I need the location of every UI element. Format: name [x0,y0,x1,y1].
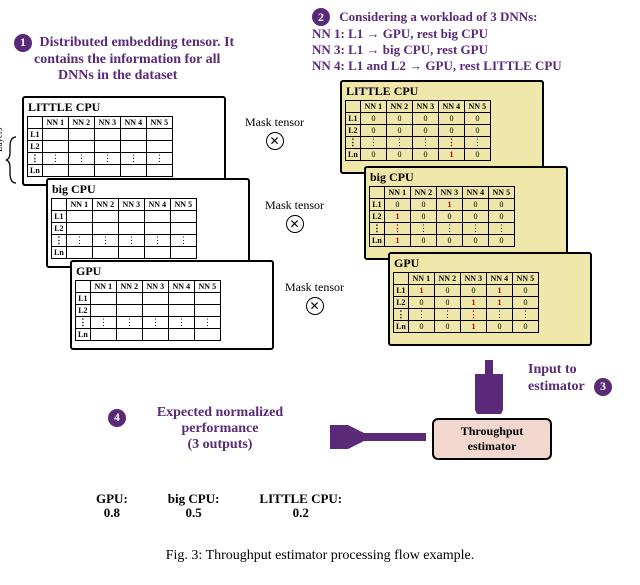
callout-2: 2 Considering a workload of 3 DNNs: NN 1… [312,8,632,74]
callout-2-badge: 2 [312,8,330,26]
mask-card-big-grid: NN 1NN 2NN 3NN 4NN 5L100100L210000⋮⋮⋮⋮⋮⋮… [369,186,515,247]
embedding-card-big-title: big CPU [48,180,248,197]
mask-card-gpu: GPU NN 1NN 2NN 3NN 4NN 5L110010L200110⋮⋮… [388,252,592,346]
callout-3-line1: Input to [528,362,577,377]
mask-card-little-grid: NN 1NN 2NN 3NN 4NN 5L100000L200000⋮⋮⋮⋮⋮⋮… [345,100,491,161]
callout-1-line2: contains the information for all [34,52,220,67]
multiply-icon: ✕ [266,132,284,150]
mask-card-big-title: big CPU [366,168,566,185]
mask-card-gpu-title: GPU [390,254,590,271]
multiply-2: Mask tensor ✕ [265,198,324,233]
callout-1-line3: DNNs in the dataset [58,68,177,83]
arrow-down-input [475,358,503,414]
figure-caption: Fig. 3: Throughput estimator processing … [0,548,640,564]
callout-2-nn4: NN 4: L1 and L2 → GPU, rest LITTLE CPU [312,58,562,73]
throughput-estimator-l1: Throughput [444,424,540,439]
callout-2-nn3: NN 3: L1 → big CPU, rest GPU [312,42,488,57]
callout-2-nn1: NN 1: L1 → GPU, rest big CPU [312,26,488,41]
embedding-card-gpu-title: GPU [72,262,272,279]
throughput-estimator-box: Throughput estimator [432,418,552,460]
mask-card-little-title: LITTLE CPU [342,82,542,99]
embedding-card-little: LITTLE CPU NN 1NN 2NN 3NN 4NN 5L1L2⋮⋮⋮⋮⋮… [22,96,226,186]
callout-3-line2: estimator [528,379,585,394]
multiply-icon: ✕ [306,297,324,315]
layers-brace-icon [4,135,20,185]
embedding-card-big: big CPU NN 1NN 2NN 3NN 4NN 5L1L2⋮⋮⋮⋮⋮⋮Ln [46,178,250,268]
output-little: LITTLE CPU:0.2 [259,492,342,521]
multiply-3-label: Mask tensor [285,280,344,295]
embedding-card-little-title: LITTLE CPU [24,98,224,115]
embedding-card-gpu: GPU NN 1NN 2NN 3NN 4NN 5L1L2⋮⋮⋮⋮⋮⋮Ln [70,260,274,350]
embedding-card-little-grid: NN 1NN 2NN 3NN 4NN 5L1L2⋮⋮⋮⋮⋮⋮Ln [27,116,173,177]
callout-4: 4 Expected normalized performance (3 out… [110,405,330,453]
arrow-left-output [330,425,430,454]
multiply-2-label: Mask tensor [265,198,324,213]
multiply-3: Mask tensor ✕ [285,280,344,315]
mask-card-gpu-grid: NN 1NN 2NN 3NN 4NN 5L110010L200110⋮⋮⋮⋮⋮⋮… [393,272,539,333]
mask-card-big: big CPU NN 1NN 2NN 3NN 4NN 5L100100L2100… [364,166,568,260]
callout-4-line2: performance [182,421,259,436]
output-gpu: GPU:0.8 [96,492,128,521]
callout-1-line1: Distributed embedding tensor. It [40,35,235,50]
diagram-stage: 1 Distributed embedding tensor. It conta… [0,0,640,585]
multiply-icon: ✕ [286,215,304,233]
callout-1-badge: 1 [14,34,32,52]
multiply-1-label: Mask tensor [245,115,304,130]
callout-3: Input to estimator 3 [528,362,612,396]
embedding-card-big-grid: NN 1NN 2NN 3NN 4NN 5L1L2⋮⋮⋮⋮⋮⋮Ln [51,198,197,259]
callout-1: 1 Distributed embedding tensor. It conta… [14,34,274,84]
embedding-card-gpu-grid: NN 1NN 2NN 3NN 4NN 5L1L2⋮⋮⋮⋮⋮⋮Ln [75,280,221,341]
callout-2-title: Considering a workload of 3 DNNs: [339,9,537,24]
callout-3-badge: 3 [594,378,612,396]
output-values: GPU:0.8 big CPU:0.5 LITTLE CPU:0.2 [96,492,342,521]
output-big: big CPU:0.5 [168,492,220,521]
throughput-estimator-l2: estimator [444,439,540,454]
callout-4-badge: 4 [108,409,126,427]
multiply-1: Mask tensor ✕ [245,115,304,150]
mask-card-little: LITTLE CPU NN 1NN 2NN 3NN 4NN 5L100000L2… [340,80,544,174]
callout-4-line3: (3 outputs) [188,437,253,452]
callout-4-line1: Expected normalized [157,405,283,420]
